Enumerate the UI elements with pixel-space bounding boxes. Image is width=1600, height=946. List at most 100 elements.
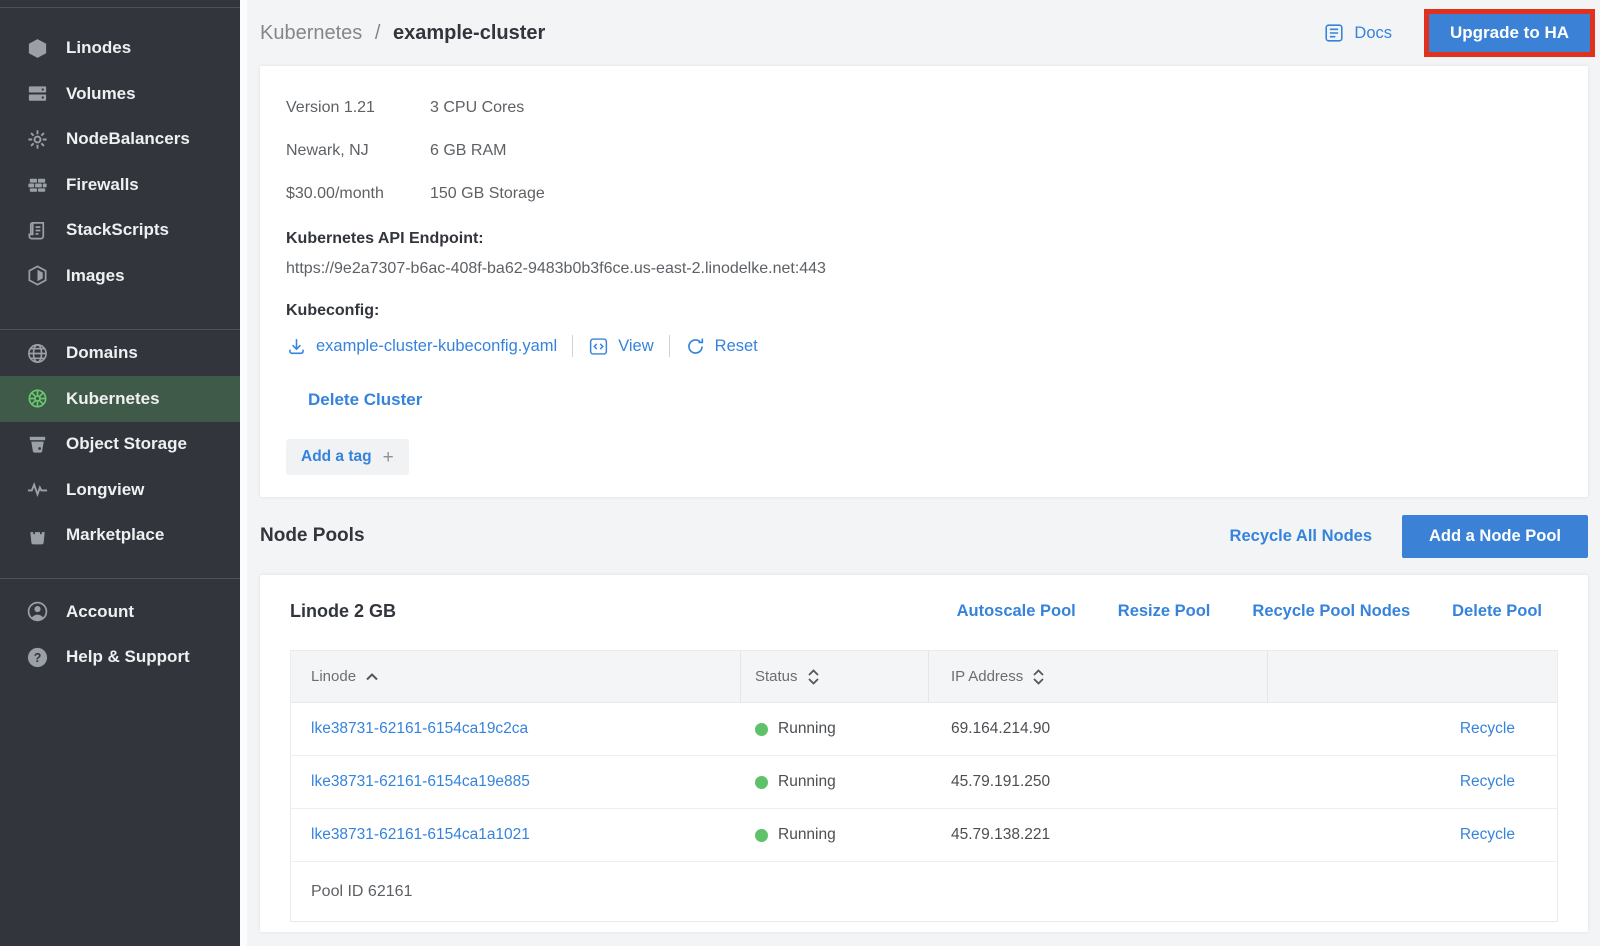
recycle-all-nodes-link[interactable]: Recycle All Nodes — [1230, 527, 1372, 546]
page-header: Kubernetes / example-cluster Docs Upgrad… — [260, 0, 1588, 66]
page: Linodes Volumes NodeBalancers Firewalls — [0, 0, 1600, 946]
add-node-pool-button[interactable]: Add a Node Pool — [1402, 515, 1588, 558]
delete-cluster-link[interactable]: Delete Cluster — [308, 389, 422, 411]
breadcrumb-separator: / — [375, 22, 381, 44]
domains-globe-icon — [25, 341, 49, 365]
sidebar-item-longview[interactable]: Longview — [0, 467, 240, 513]
pool-title: Linode 2 GB — [290, 601, 396, 622]
spec-row: Version 1.21 3 CPU Cores — [286, 86, 1562, 129]
kubernetes-helm-icon — [25, 387, 49, 411]
cluster-cpu: 3 CPU Cores — [430, 99, 524, 117]
breadcrumb-kubernetes-link[interactable]: Kubernetes — [260, 22, 362, 44]
download-icon — [286, 336, 307, 357]
nodebalancers-icon — [25, 127, 49, 151]
sidebar-item-label: NodeBalancers — [66, 129, 190, 149]
pool-actions: Autoscale Pool Resize Pool Recycle Pool … — [957, 602, 1558, 621]
table-header-row: Linode Status IP Address — [291, 651, 1557, 703]
annotation-highlight-box: Upgrade to HA — [1424, 9, 1595, 57]
status-label: Running — [778, 773, 836, 791]
plus-icon: + — [383, 450, 394, 465]
node-link[interactable]: lke38731-62161-6154ca19c2ca — [311, 720, 528, 738]
node-name-cell: lke38731-62161-6154ca19e885 — [291, 756, 741, 808]
sidebar-divider — [0, 7, 240, 8]
node-ip-cell: 45.79.138.221 — [929, 809, 1268, 861]
recycle-node-link[interactable]: Recycle — [1460, 826, 1515, 844]
firewalls-icon — [25, 173, 49, 197]
header-actions: Docs Upgrade to HA — [1323, 9, 1588, 57]
node-pools-title: Node Pools — [260, 525, 365, 547]
recycle-pool-nodes-link[interactable]: Recycle Pool Nodes — [1252, 602, 1410, 621]
sidebar-item-images[interactable]: Images — [0, 253, 240, 299]
status-label: Running — [778, 720, 836, 738]
spec-row: $30.00/month 150 GB Storage — [286, 172, 1562, 215]
node-link[interactable]: lke38731-62161-6154ca1a1021 — [311, 826, 530, 844]
column-header-label: IP Address — [951, 668, 1023, 685]
volumes-icon — [25, 82, 49, 106]
sidebar-item-label: StackScripts — [66, 220, 169, 240]
sidebar-item-label: Help & Support — [66, 647, 190, 667]
sidebar-item-stackscripts[interactable]: StackScripts — [0, 208, 240, 254]
recycle-node-link[interactable]: Recycle — [1460, 773, 1515, 791]
sidebar-item-volumes[interactable]: Volumes — [0, 71, 240, 117]
sidebar-item-help-support[interactable]: ? Help & Support — [0, 635, 240, 681]
cluster-storage: 150 GB Storage — [430, 185, 545, 203]
recycle-node-link[interactable]: Recycle — [1460, 720, 1515, 738]
shopping-bag-icon — [25, 523, 49, 547]
column-header-status[interactable]: Status — [741, 651, 929, 703]
linode-cube-icon — [25, 36, 49, 60]
node-name-cell: lke38731-62161-6154ca19c2ca — [291, 703, 741, 755]
api-endpoint-label: Kubernetes API Endpoint: — [286, 229, 1562, 249]
autoscale-pool-link[interactable]: Autoscale Pool — [957, 602, 1076, 621]
node-ip-cell: 69.164.214.90 — [929, 703, 1268, 755]
docs-link[interactable]: Docs — [1323, 22, 1392, 44]
kubeconfig-label: Kubeconfig: — [286, 301, 1562, 321]
column-header-ip-address[interactable]: IP Address — [929, 651, 1268, 703]
resize-pool-link[interactable]: Resize Pool — [1118, 602, 1211, 621]
add-tag-button[interactable]: Add a tag + — [286, 439, 409, 475]
sidebar-item-label: Marketplace — [66, 525, 164, 545]
sidebar-item-marketplace[interactable]: Marketplace — [0, 513, 240, 559]
sidebar-item-label: Longview — [66, 480, 144, 500]
node-ip-cell: 45.79.191.250 — [929, 756, 1268, 808]
stackscripts-icon — [25, 218, 49, 242]
docs-label: Docs — [1354, 24, 1392, 43]
sidebar-item-kubernetes[interactable]: Kubernetes — [0, 376, 240, 422]
main-content: Kubernetes / example-cluster Docs Upgrad… — [240, 0, 1600, 946]
sidebar-item-object-storage[interactable]: Object Storage — [0, 422, 240, 468]
add-tag-label: Add a tag — [301, 448, 372, 466]
column-header-label: Status — [755, 668, 798, 685]
cluster-version: Version 1.21 — [286, 99, 430, 117]
sidebar-nav: Linodes Volumes NodeBalancers Firewalls — [0, 26, 240, 681]
sidebar-item-label: Kubernetes — [66, 389, 160, 409]
help-question-icon: ? — [25, 645, 49, 669]
upgrade-to-ha-button[interactable]: Upgrade to HA — [1429, 14, 1590, 52]
node-status-cell: Running — [741, 756, 929, 808]
kubeconfig-reset-link[interactable]: Reset — [715, 337, 758, 356]
svg-text:?: ? — [33, 651, 41, 665]
sidebar-item-account[interactable]: Account — [0, 589, 240, 635]
sidebar-item-linodes[interactable]: Linodes — [0, 26, 240, 72]
cluster-region: Newark, NJ — [286, 142, 430, 160]
node-link[interactable]: lke38731-62161-6154ca19e885 — [311, 773, 530, 791]
cluster-price: $30.00/month — [286, 185, 430, 203]
column-header-linode[interactable]: Linode — [291, 651, 741, 703]
kubeconfig-download-link[interactable]: example-cluster-kubeconfig.yaml — [316, 337, 557, 356]
delete-pool-link[interactable]: Delete Pool — [1452, 602, 1542, 621]
vertical-separator — [669, 335, 670, 357]
nodes-table: Linode Status IP Address — [290, 650, 1558, 922]
sidebar-item-firewalls[interactable]: Firewalls — [0, 162, 240, 208]
kubeconfig-view-link[interactable]: View — [618, 337, 653, 356]
table-row: lke38731-62161-6154ca19e885 Running 45.7… — [291, 755, 1557, 808]
sidebar-item-label: Images — [66, 266, 125, 286]
node-name-cell: lke38731-62161-6154ca1a1021 — [291, 809, 741, 861]
node-action-cell: Recycle — [1268, 703, 1557, 755]
reset-icon — [685, 336, 706, 357]
sidebar-item-domains[interactable]: Domains — [0, 331, 240, 377]
table-row: lke38731-62161-6154ca19c2ca Running 69.1… — [291, 703, 1557, 755]
sidebar-item-nodebalancers[interactable]: NodeBalancers — [0, 117, 240, 163]
pulse-icon — [25, 478, 49, 502]
sort-asc-icon — [365, 672, 379, 681]
cluster-summary-card: Version 1.21 3 CPU Cores Newark, NJ 6 GB… — [260, 66, 1588, 497]
pool-header: Linode 2 GB Autoscale Pool Resize Pool R… — [290, 575, 1558, 650]
kubeconfig-actions: example-cluster-kubeconfig.yaml View Res… — [286, 333, 1562, 359]
